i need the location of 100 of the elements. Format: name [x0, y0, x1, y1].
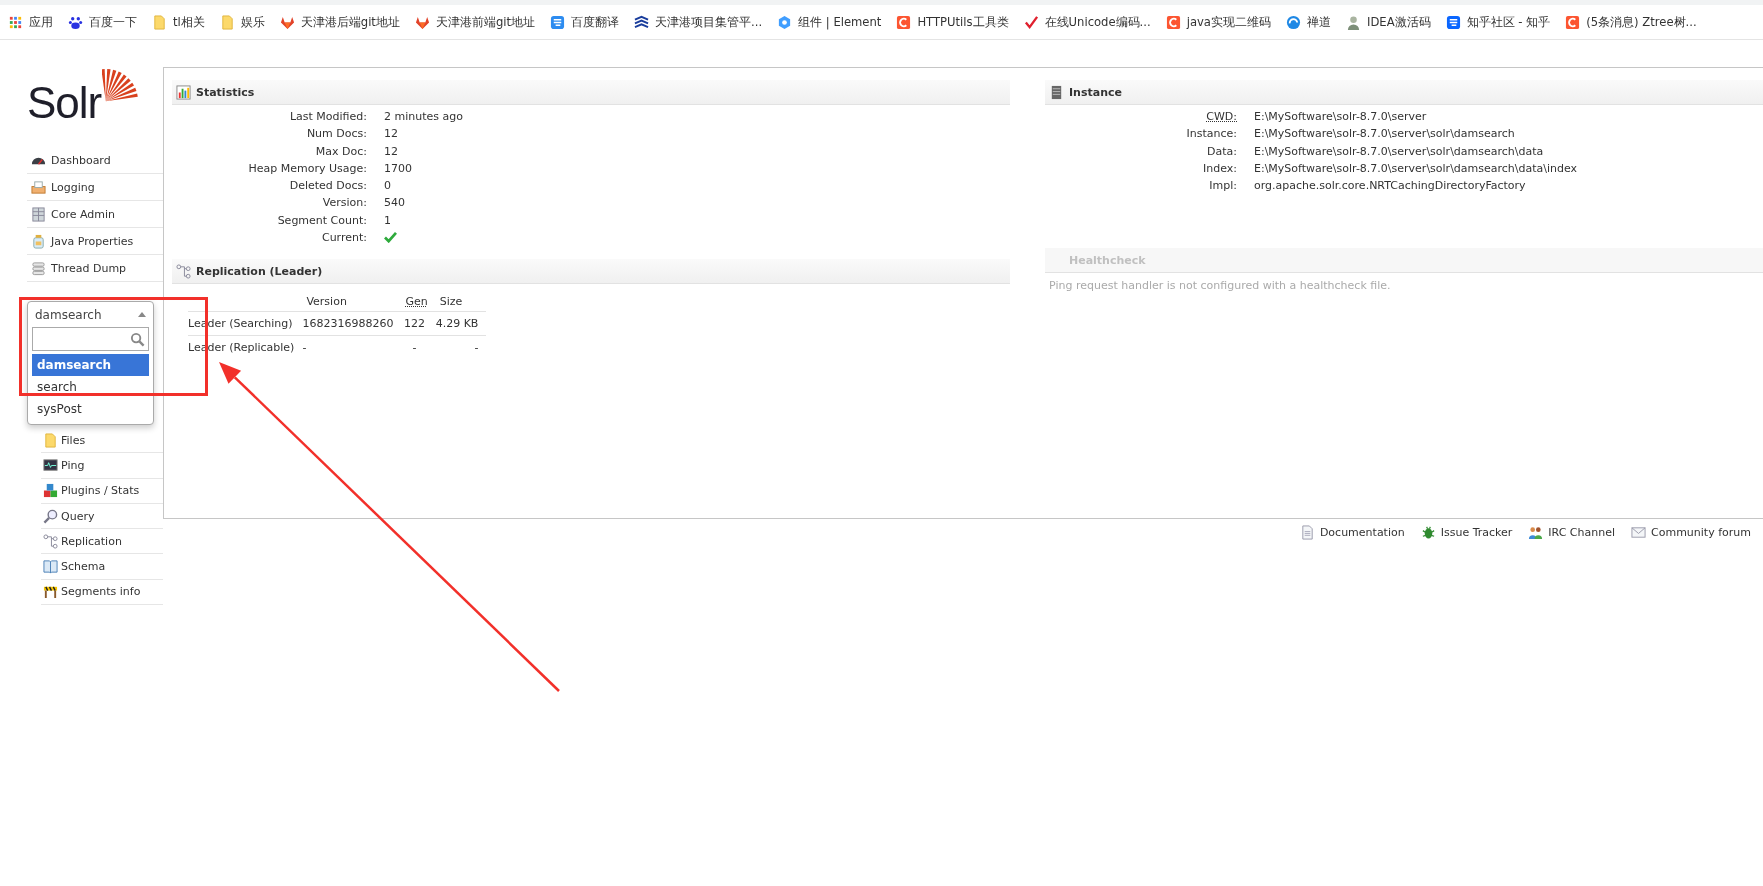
table-cell: 122	[401, 311, 436, 336]
bookmark-link[interactable]: 天津港项目集管平...	[634, 14, 763, 30]
field-label: Instance:	[1185, 126, 1237, 143]
bug-icon	[1420, 525, 1436, 540]
dropdown-option[interactable]: sysPost	[32, 398, 149, 420]
checkmark-icon	[1023, 14, 1039, 30]
folder-icon	[43, 432, 58, 448]
sidebar-item[interactable]: Dashboard	[27, 147, 163, 174]
bookmark-link[interactable]: 知乎社区 - 知乎	[1445, 14, 1551, 30]
bookmark-link[interactable]: 百度翻译	[550, 14, 620, 30]
field-label: CWD:	[1205, 109, 1237, 125]
core-menu-item[interactable]: Ping	[41, 453, 163, 479]
book-icon	[43, 559, 58, 575]
footer-link[interactable]: IRC Channel	[1528, 525, 1615, 540]
bookmark-link[interactable]: 娱乐	[219, 14, 265, 30]
person-icon	[1345, 14, 1361, 30]
barrier-icon	[43, 584, 58, 600]
app-logo-icon	[1165, 14, 1181, 30]
bookmark-link[interactable]: 百度一下	[68, 14, 137, 30]
bookmark-link[interactable]: 天津港前端git地址	[414, 14, 536, 30]
search-icon	[43, 508, 58, 524]
column-header: Version	[306, 295, 347, 309]
field-label: Impl:	[1208, 178, 1237, 195]
field-label: Last Modified:	[288, 109, 367, 125]
field-value: 0	[384, 178, 391, 195]
app-logo-icon	[1565, 14, 1581, 30]
people-icon	[1528, 525, 1544, 540]
core-menu-item[interactable]: Replication	[41, 529, 163, 555]
bookmark-link[interactable]: java实现二维码	[1165, 14, 1271, 30]
bookmark-link[interactable]: IDEA激活码	[1345, 14, 1431, 30]
section-header: Instance	[1045, 80, 1763, 105]
logo-text: Solr	[27, 81, 102, 125]
core-menu-item[interactable]: Files	[41, 428, 163, 454]
bookmark-link[interactable]: tl相关	[152, 14, 205, 30]
field-label: Data:	[1206, 143, 1237, 160]
field-value: 12	[384, 126, 398, 143]
core-menu-item[interactable]: Schema	[41, 554, 163, 580]
bookmark-link[interactable]: 组件 | Element	[777, 14, 882, 30]
footer-link[interactable]: Documentation	[1299, 525, 1405, 540]
sidebar-item[interactable]: Logging	[27, 174, 163, 201]
sidebar-item[interactable]: Thread Dump	[27, 255, 163, 282]
stack-icon	[31, 260, 46, 276]
column-header: Gen	[405, 295, 428, 309]
monitor-icon	[43, 457, 58, 473]
dropdown-option[interactable]: search	[32, 376, 149, 398]
folder-icon	[219, 14, 235, 30]
footer-link[interactable]: Community forum	[1631, 525, 1751, 540]
search-icon	[130, 331, 145, 347]
grid-icon	[31, 206, 46, 222]
nodes-icon	[176, 263, 191, 279]
field-value: E:\MySoftware\solr-8.7.0\server\solr\damsearch	[1254, 126, 1515, 143]
core-selector[interactable]: damsearch	[28, 302, 153, 327]
field-value: 1	[384, 212, 391, 229]
field-value: E:\MySoftware\solr-8.7.0\server\solr\damsearch\data\index	[1254, 160, 1578, 177]
app-logo-icon	[550, 14, 566, 30]
bookmark-link[interactable]: 禅道	[1285, 14, 1331, 30]
field-value: 2 minutes ago	[384, 109, 463, 125]
field-label: Index:	[1202, 160, 1237, 177]
sidebar-item[interactable]: Java Properties	[27, 228, 163, 255]
core-menu-item[interactable]: Query	[41, 503, 163, 530]
column-header: Size	[439, 295, 463, 309]
bookmark-link[interactable]: 天津港后端git地址	[279, 14, 400, 30]
section-header: Statistics	[172, 80, 1010, 105]
info-message: Ping request handler is not configured with a healthcheck file.	[1049, 279, 1392, 292]
bookmark-link[interactable]: (5条消息) Ztree树...	[1565, 14, 1697, 30]
hexagon-icon	[777, 14, 793, 30]
sidebar-item[interactable]: Core Admin	[27, 201, 163, 228]
field-label: Segment Count:	[276, 212, 367, 229]
envelope-icon	[1631, 525, 1646, 540]
core-menu-item[interactable]: Plugins / Stats	[41, 478, 163, 504]
bookmark-link[interactable]: HTTPUtils工具类	[896, 14, 1009, 30]
field-label: Max Doc:	[314, 143, 367, 160]
nodes-icon	[43, 533, 58, 549]
folder-icon	[152, 14, 167, 30]
section-header: Replication (Leader)	[172, 259, 1010, 285]
swirl-icon	[1285, 14, 1301, 30]
search-field[interactable]	[32, 327, 149, 351]
field-value: E:\MySoftware\solr-8.7.0\server	[1254, 109, 1427, 125]
blocks-icon	[43, 483, 58, 499]
field-value: 540	[384, 195, 405, 212]
bookmark-link[interactable]: 应用	[8, 14, 53, 30]
document-icon	[1299, 525, 1315, 540]
paw-icon	[68, 14, 83, 30]
inbox-icon	[31, 179, 46, 195]
field-label: Num Docs:	[305, 126, 367, 143]
server-icon	[1049, 84, 1064, 100]
field-value: org.apache.solr.core.NRTCachingDirectoryFactory	[1254, 178, 1526, 195]
footer-link[interactable]: Issue Tracker	[1420, 525, 1513, 540]
core-menu-item[interactable]: Segments info	[41, 579, 163, 606]
field-value: 12	[384, 143, 398, 160]
table-cell: -	[401, 335, 436, 360]
table-cell: 4.29 KB	[435, 311, 487, 336]
bookmark-link[interactable]: 在线Unicode编码...	[1023, 14, 1151, 30]
wave-logo-icon	[634, 14, 650, 30]
field-label: Heap Memory Usage:	[247, 160, 367, 177]
dropdown-option[interactable]: damsearch	[32, 354, 149, 376]
field-value: 1700	[384, 160, 412, 177]
field-label: Current:	[320, 230, 367, 247]
table-cell: -	[435, 335, 487, 360]
table-cell: -	[302, 335, 402, 360]
